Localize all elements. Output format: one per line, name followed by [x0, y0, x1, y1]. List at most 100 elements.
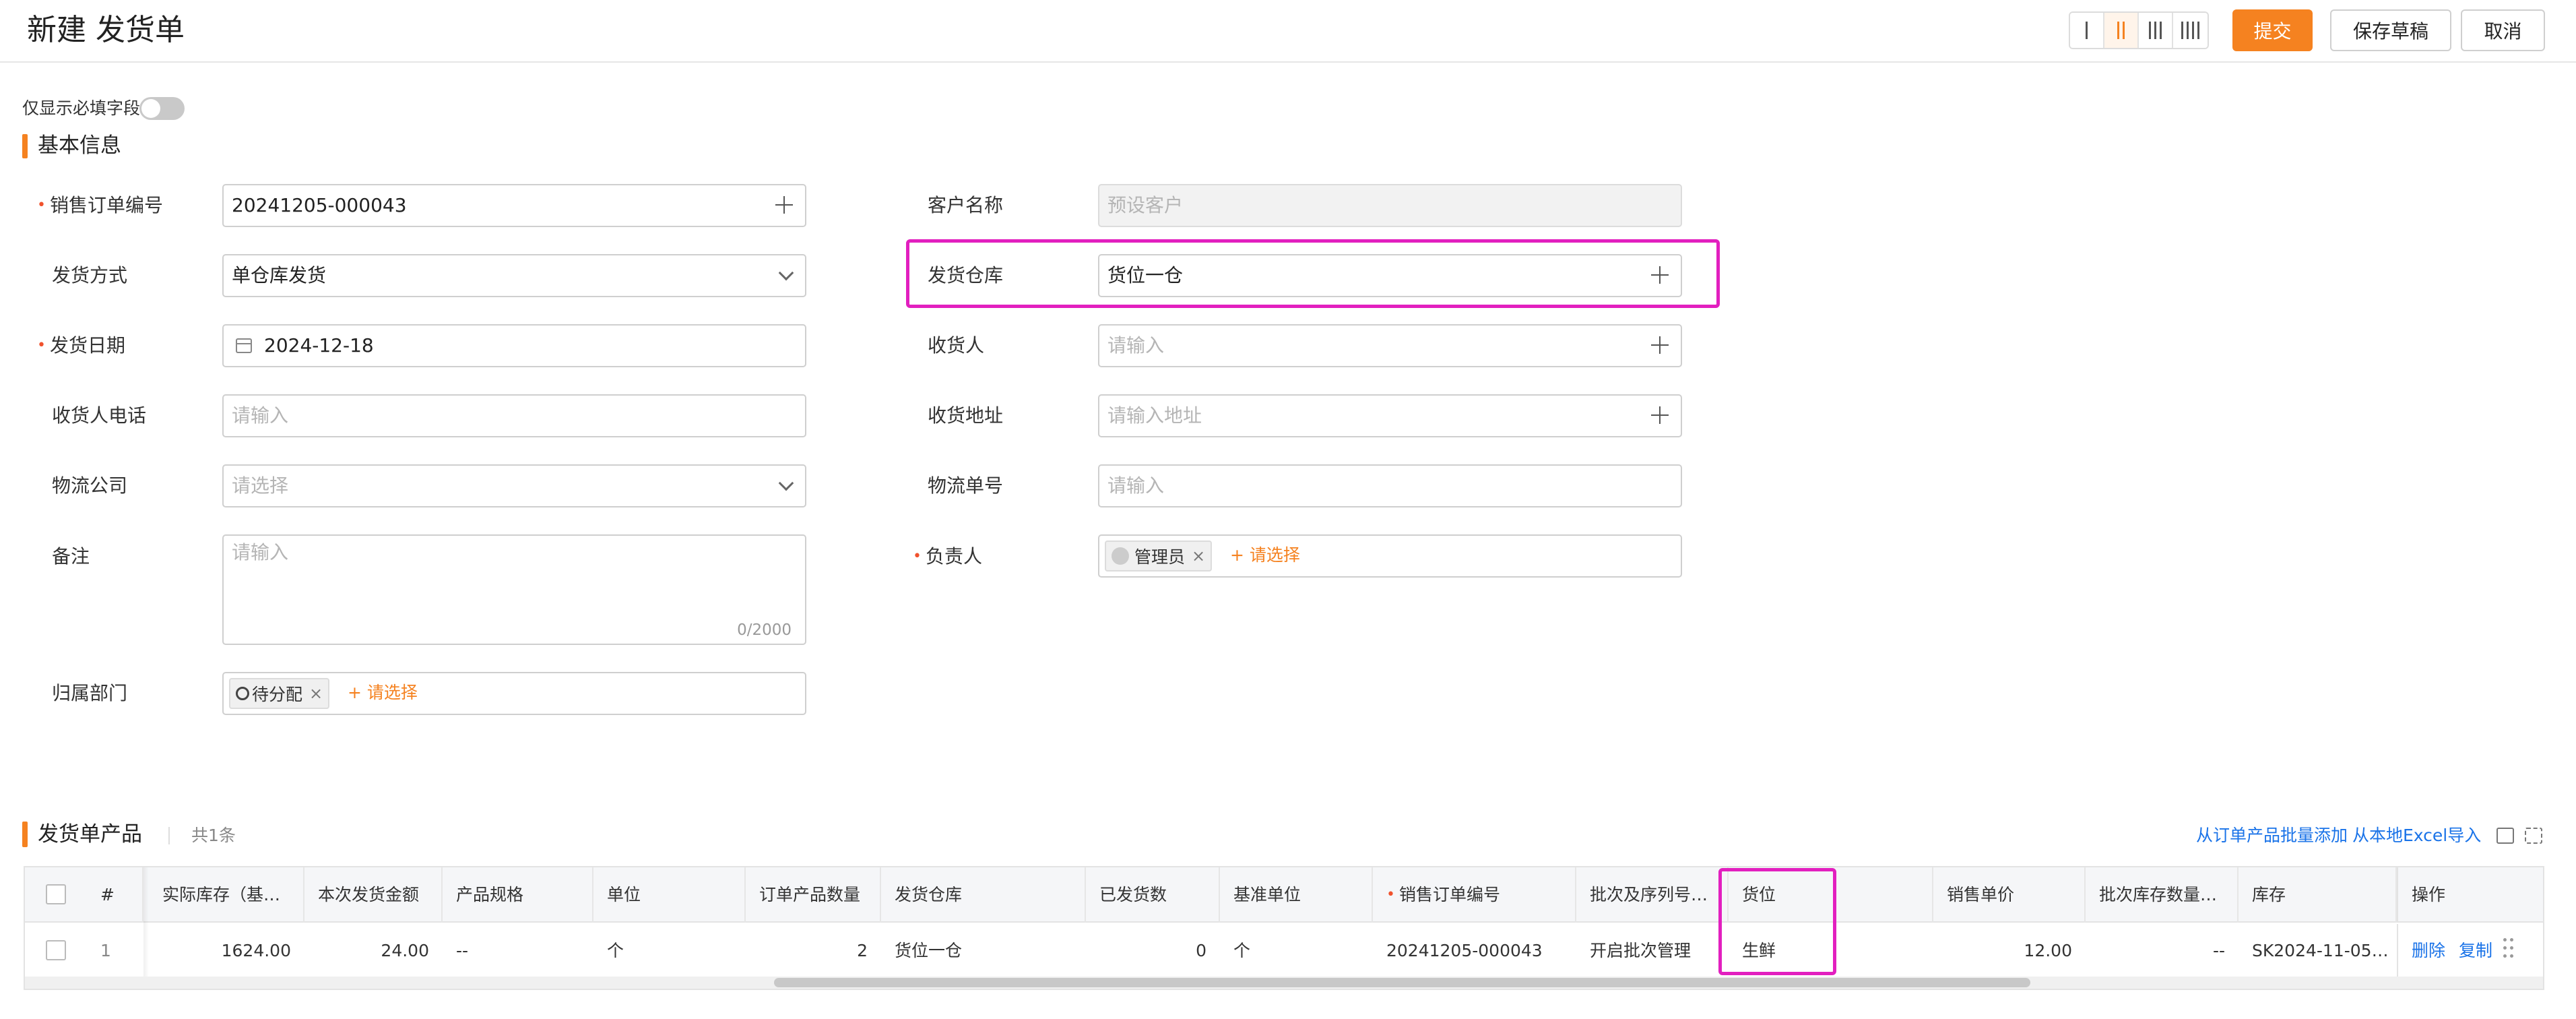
remark-textarea[interactable]: 请输入 0/2000	[222, 534, 806, 645]
batch-add-from-order-link[interactable]: 从订单产品批量添加	[2196, 824, 2348, 848]
basic-info-title: 基本信息	[38, 133, 121, 158]
product-count: 共1条	[191, 826, 236, 845]
cell-ship-amount[interactable]: 24.00	[304, 924, 443, 978]
ship-date-label: • 发货日期	[37, 334, 125, 357]
layout-4-column-button[interactable]	[2173, 13, 2208, 48]
owner-add-link[interactable]: + 请选择	[1230, 545, 1300, 565]
logistics-company-select[interactable]: 请选择	[222, 464, 806, 507]
keyboard-icon[interactable]	[2497, 828, 2514, 844]
address-label: 收货地址	[928, 404, 1004, 427]
page-title: 新建 发货单	[27, 13, 185, 47]
receiver-placeholder: 请输入	[1107, 334, 1165, 357]
row-checkbox[interactable]	[46, 940, 66, 960]
delete-row-link[interactable]: 删除	[2412, 941, 2445, 960]
cancel-button[interactable]: 取消	[2461, 9, 2545, 51]
horizontal-scrollbar[interactable]	[25, 977, 2543, 989]
import-excel-link[interactable]: 从本地Excel导入	[2352, 824, 2481, 848]
col-header-index: #	[87, 867, 143, 923]
required-only-label: 仅显示必填字段	[22, 98, 141, 118]
layout-3-column-button[interactable]	[2139, 13, 2173, 48]
sales-order-field[interactable]: 20241205-000043	[222, 184, 806, 227]
dept-tag: 待分配 ×	[229, 678, 330, 709]
layout-1-column-button[interactable]	[2070, 13, 2104, 48]
receiver-label: 收货人	[928, 334, 985, 357]
products-table: # 实际库存（基… 本次发货金额 产品规格 单位 订单产品数量 发货仓库 已发货…	[24, 866, 2544, 990]
calendar-icon	[236, 338, 252, 353]
ship-method-select[interactable]: 单仓库发货	[222, 254, 806, 297]
tracking-placeholder: 请输入	[1107, 474, 1165, 497]
copy-row-link[interactable]: 复制	[2459, 941, 2492, 960]
owner-label: • 负责人	[913, 545, 982, 567]
remark-placeholder: 请输入	[232, 541, 289, 563]
two-bars-icon	[2117, 22, 2125, 39]
receiver-field[interactable]: 请输入	[1098, 324, 1682, 367]
ship-method-value: 单仓库发货	[232, 264, 327, 286]
customer-name-label: 客户名称	[928, 194, 1004, 216]
dept-add-link[interactable]: + 请选择	[348, 683, 418, 702]
remark-char-counter: 0/2000	[737, 621, 792, 639]
one-bar-icon	[2086, 22, 2088, 39]
required-mark: •	[913, 548, 922, 565]
three-bars-icon	[2149, 22, 2162, 39]
required-mark: •	[1386, 886, 1395, 903]
receiver-phone-input[interactable]: 请输入	[222, 394, 806, 437]
customer-name-input: 预设客户	[1098, 184, 1682, 227]
column-layout-switch	[2069, 11, 2209, 49]
close-icon[interactable]: ×	[309, 684, 323, 703]
logistics-placeholder: 请选择	[232, 474, 289, 497]
cell-actions: 删除 复制	[2397, 924, 2544, 978]
cell-batch-serial: 开启批次管理	[1590, 941, 1692, 960]
cell-warehouse[interactable]: 货位一仓	[881, 924, 1086, 978]
receiver-phone-label: 收货人电话	[52, 404, 147, 427]
receiver-phone-placeholder: 请输入	[232, 404, 289, 427]
drag-handle-icon[interactable]	[2503, 938, 2515, 958]
cell-batch-stock: --	[2212, 941, 2225, 960]
col-header-spec: 产品规格	[443, 867, 593, 923]
dept-label: 归属部门	[52, 682, 128, 704]
col-header-batch-serial: 批次及序列号…	[1576, 867, 1729, 923]
col-header-ship-amount: 本次发货金额	[304, 867, 443, 923]
tracking-number-input[interactable]: 请输入	[1098, 464, 1682, 507]
required-only-toggle[interactable]	[139, 97, 185, 120]
owner-picker[interactable]: 管理员 × + 请选择	[1098, 534, 1682, 578]
chevron-down-icon	[778, 265, 794, 281]
toggle-knob	[141, 99, 160, 118]
submit-button[interactable]: 提交	[2232, 9, 2313, 51]
cell-unit-price: 12.00	[2024, 941, 2072, 960]
cell-unit: 个	[607, 941, 624, 960]
col-header-base-unit: 基准单位	[1220, 867, 1373, 923]
plus-icon[interactable]	[775, 196, 793, 214]
dept-picker[interactable]: 待分配 × + 请选择	[222, 672, 806, 715]
col-header-unit-price: 销售单价	[1933, 867, 2086, 923]
section-accent-bar	[22, 134, 28, 158]
cell-base-unit: 个	[1233, 941, 1251, 960]
warehouse-highlight-box	[906, 239, 1720, 308]
scrollbar-thumb[interactable]	[774, 978, 2030, 987]
close-icon[interactable]: ×	[1192, 547, 1205, 565]
remark-label: 备注	[52, 545, 90, 567]
avatar-icon	[1112, 547, 1129, 565]
plus-icon[interactable]	[1651, 336, 1669, 354]
save-draft-button[interactable]: 保存草稿	[2330, 9, 2451, 51]
layout-2-column-button[interactable]	[2104, 13, 2139, 48]
cell-spec: --	[456, 941, 469, 960]
required-mark: •	[37, 337, 46, 354]
address-field[interactable]: 请输入地址	[1098, 394, 1682, 437]
tracking-number-label: 物流单号	[928, 474, 1004, 497]
col-header-unit: 单位	[593, 867, 746, 923]
col-header-warehouse: 发货仓库	[881, 867, 1086, 923]
cell-shipped-qty: 0	[1196, 941, 1206, 960]
plus-icon[interactable]	[1651, 406, 1669, 424]
ship-date-picker[interactable]: 2024-12-18	[222, 324, 806, 367]
section-accent-bar	[22, 822, 28, 847]
owner-tag: 管理员 ×	[1105, 541, 1213, 572]
fullscreen-icon[interactable]	[2525, 828, 2542, 844]
chevron-down-icon	[778, 475, 794, 491]
cell-sales-order: 20241205-000043	[1386, 941, 1543, 960]
products-section-title: 发货单产品	[38, 822, 142, 846]
col-header-shipped-qty: 已发货数	[1086, 867, 1220, 923]
select-all-checkbox[interactable]	[46, 884, 66, 904]
col-header-sales-order: • 销售订单编号	[1373, 867, 1576, 923]
customer-placeholder: 预设客户	[1107, 194, 1184, 216]
cell-stock: SK2024-11-05_0003	[2252, 941, 2397, 960]
